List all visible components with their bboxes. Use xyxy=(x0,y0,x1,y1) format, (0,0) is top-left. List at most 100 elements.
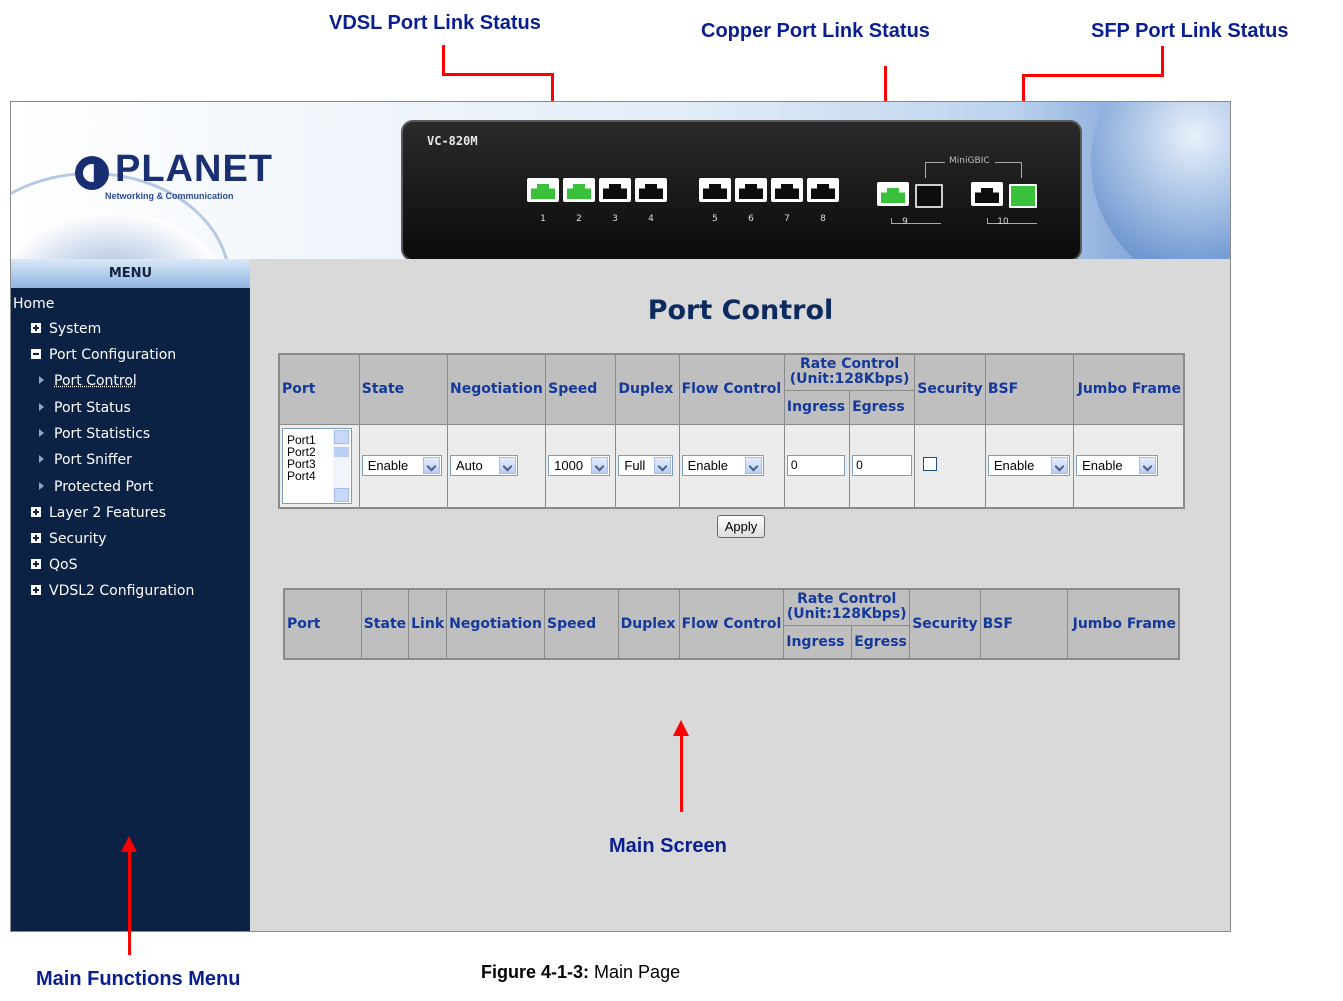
egress-input[interactable]: 0 xyxy=(852,455,913,477)
menu-item-security[interactable]: Security xyxy=(31,531,107,547)
sfp-status-callout: SFP Port Link Status xyxy=(1091,20,1289,42)
negotiation-cell: Auto xyxy=(446,423,547,509)
vdsl-port-5[interactable] xyxy=(699,178,731,202)
vdsl-port-7[interactable] xyxy=(771,178,803,202)
copper-port-10[interactable] xyxy=(971,182,1003,206)
col-egress: Egress xyxy=(851,624,911,660)
triangle-icon xyxy=(39,455,44,463)
col-state: State xyxy=(360,588,410,660)
vdsl-port-3[interactable] xyxy=(599,178,631,202)
rate-control-unit: (Unit:128Kbps) xyxy=(786,606,907,623)
scroll-thumb[interactable] xyxy=(334,446,349,457)
menu-item-system[interactable]: System xyxy=(31,321,101,337)
col-flow-control: Flow Control xyxy=(678,588,785,660)
vdsl-port-8[interactable] xyxy=(807,178,839,202)
triangle-icon xyxy=(39,482,44,490)
sfp-port-9[interactable] xyxy=(915,184,943,208)
speed-cell: 1000 xyxy=(545,423,617,509)
col-ingress: Ingress xyxy=(783,389,851,425)
menu-item-protected-port[interactable]: Protected Port xyxy=(39,479,153,495)
menu-item-qos[interactable]: QoS xyxy=(31,557,77,573)
triangle-icon xyxy=(39,429,44,437)
triangle-icon xyxy=(39,376,44,384)
main-screen-callout: Main Screen xyxy=(609,835,727,857)
planet-logo: PLANET Networking & Communication xyxy=(75,148,272,212)
duplex-cell: Full xyxy=(615,423,680,509)
menu-item-label: QoS xyxy=(49,557,78,573)
menu-item-port-status[interactable]: Port Status xyxy=(39,400,131,416)
chevron-down-icon[interactable] xyxy=(744,457,762,475)
plus-box-icon xyxy=(31,323,41,333)
col-negotiation: Negotiation xyxy=(446,588,546,660)
copper-port-9[interactable] xyxy=(877,182,909,206)
vdsl-port-4[interactable] xyxy=(635,178,667,202)
menu-item-layer2-features[interactable]: Layer 2 Features xyxy=(31,505,166,521)
vdsl-port-1[interactable] xyxy=(527,178,559,202)
state-select[interactable]: Enable xyxy=(361,455,442,477)
copper-status-callout: Copper Port Link Status xyxy=(701,20,930,42)
menu-item-port-statistics[interactable]: Port Statistics xyxy=(39,426,150,442)
brand-tagline: Networking & Communication xyxy=(105,191,234,201)
plus-box-icon xyxy=(31,533,41,543)
vdsl-port-6[interactable] xyxy=(735,178,767,202)
chevron-down-icon[interactable] xyxy=(422,457,440,475)
minus-box-icon xyxy=(31,349,41,359)
chevron-down-icon[interactable] xyxy=(1050,457,1068,475)
device-panel: VC-820M 1 2 3 4 5 6 7 8 9 MiniGBIC 10 xyxy=(401,120,1082,259)
sfp-port-10[interactable] xyxy=(1009,184,1037,208)
col-negotiation: Negotiation xyxy=(446,353,547,425)
col-port: Port xyxy=(278,353,360,425)
main-menu-callout: Main Functions Menu xyxy=(36,968,241,990)
figure-caption: Figure 4-1-3: Main Page xyxy=(481,962,680,983)
ingress-input[interactable]: 0 xyxy=(786,455,845,477)
col-jumbo-frame: Jumbo Frame xyxy=(1073,353,1185,425)
menu-item-vdsl2-configuration[interactable]: VDSL2 Configuration xyxy=(31,583,194,599)
negotiation-select[interactable]: Auto xyxy=(450,455,518,477)
plus-box-icon xyxy=(31,559,41,569)
scroll-up-icon[interactable] xyxy=(334,429,349,444)
apply-button[interactable]: Apply xyxy=(717,515,765,538)
scroll-down-icon[interactable] xyxy=(334,487,349,502)
col-link: Link xyxy=(408,588,448,660)
flow-control-select[interactable]: Enable xyxy=(681,455,764,477)
menu-item-home[interactable]: Home xyxy=(13,296,54,312)
col-duplex: Duplex xyxy=(617,588,680,660)
col-bsf: BSF xyxy=(979,588,1068,660)
chevron-down-icon[interactable] xyxy=(591,457,609,475)
security-checkbox[interactable] xyxy=(923,456,938,471)
port-control-table: Port State Negotiation Speed Duplex Flow… xyxy=(278,353,1185,509)
menu-item-port-control[interactable]: Port Control xyxy=(39,373,137,389)
rate-control-label: Rate Control xyxy=(797,591,897,608)
menu-item-port-configuration[interactable]: Port Configuration xyxy=(31,347,176,363)
col-jumbo-frame: Jumbo Frame xyxy=(1066,588,1180,660)
jumbo-frame-select[interactable]: Enable xyxy=(1076,455,1159,477)
state-cell: Enable xyxy=(358,423,449,509)
bsf-select[interactable]: Enable xyxy=(987,455,1070,477)
port-listbox[interactable]: Port1 Port2 Port3 Port4 xyxy=(282,427,352,504)
menu-item-label: Security xyxy=(49,531,107,547)
chevron-down-icon[interactable] xyxy=(499,457,516,475)
menu-item-port-sniffer[interactable]: Port Sniffer xyxy=(39,452,132,468)
duplex-select[interactable]: Full xyxy=(618,455,674,477)
bsf-cell: Enable xyxy=(984,423,1075,509)
listbox-scrollbar[interactable] xyxy=(333,429,350,502)
port-number: 5 xyxy=(712,214,718,224)
jumbo-frame-value: Enable xyxy=(1082,458,1123,474)
main-functions-menu: MENU Home System Port Configuration Port… xyxy=(11,259,250,931)
port-cell: Port1 Port2 Port3 Port4 xyxy=(278,423,360,509)
plus-box-icon xyxy=(31,507,41,517)
col-port: Port xyxy=(283,588,362,660)
menu-item-label: Protected Port xyxy=(54,479,154,495)
sfp-arrow-line xyxy=(1161,46,1164,76)
caption-label: Figure 4-1-3: xyxy=(481,962,590,982)
rate-control-label: Rate Control xyxy=(799,356,900,373)
vdsl-arrow-line xyxy=(442,45,445,75)
chevron-down-icon[interactable] xyxy=(1139,457,1157,475)
menu-item-label: Port Control xyxy=(54,373,137,389)
state-value: Enable xyxy=(367,458,409,474)
col-duplex: Duplex xyxy=(615,353,680,425)
chevron-down-icon[interactable] xyxy=(654,457,672,475)
vdsl-port-2[interactable] xyxy=(563,178,595,202)
speed-select[interactable]: 1000 xyxy=(548,455,611,477)
negotiation-value: Auto xyxy=(456,458,483,474)
